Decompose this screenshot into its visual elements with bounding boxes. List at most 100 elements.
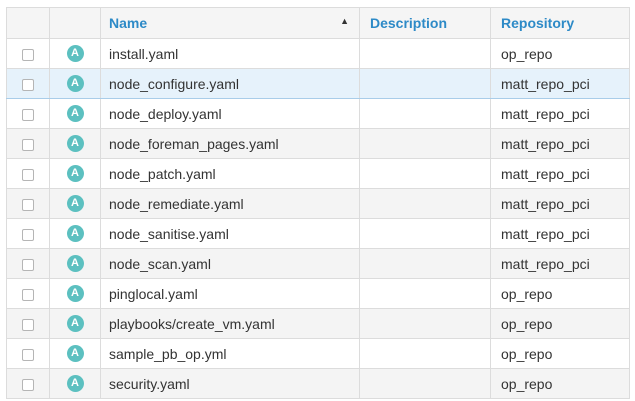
table-row[interactable]: Aplaybooks/create_vm.yaml op_repo (6, 308, 630, 339)
playbook-name[interactable]: node_patch.yaml (100, 158, 360, 189)
row-checkbox[interactable] (22, 348, 34, 361)
letter-badge-icon: A (66, 165, 84, 183)
name-column-header[interactable]: Name ▲ (100, 7, 360, 39)
row-checkbox[interactable] (22, 378, 34, 391)
table-row[interactable]: Ainstall.yaml op_repo (6, 38, 630, 69)
row-icon-cell: A (49, 68, 101, 99)
playbook-name[interactable]: playbooks/create_vm.yaml (100, 308, 360, 339)
playbook-repository: matt_repo_pci (490, 98, 630, 129)
row-select-cell (6, 278, 50, 309)
letter-badge-icon: A (66, 75, 84, 93)
row-icon-cell: A (49, 308, 101, 339)
table-row[interactable]: Anode_sanitise.yaml matt_repo_pci (6, 218, 630, 249)
row-checkbox[interactable] (22, 228, 34, 241)
row-select-cell (6, 248, 50, 279)
playbook-name[interactable]: node_scan.yaml (100, 248, 360, 279)
table-row[interactable]: Apinglocal.yaml op_repo (6, 278, 630, 309)
playbook-description (359, 68, 491, 99)
sort-ascending-icon[interactable]: ▲ (340, 16, 349, 26)
playbook-repository: op_repo (490, 278, 630, 309)
playbook-repository: matt_repo_pci (490, 218, 630, 249)
letter-badge-icon: A (66, 255, 84, 273)
playbook-name[interactable]: node_remediate.yaml (100, 188, 360, 219)
playbook-description (359, 368, 491, 399)
playbook-repository: op_repo (490, 308, 630, 339)
playbook-description (359, 98, 491, 129)
playbook-description (359, 308, 491, 339)
row-select-cell (6, 98, 50, 129)
letter-badge-icon: A (66, 45, 84, 63)
row-checkbox[interactable] (22, 288, 34, 301)
row-checkbox[interactable] (22, 168, 34, 181)
playbook-name[interactable]: install.yaml (100, 38, 360, 69)
row-checkbox[interactable] (22, 138, 34, 151)
table-row[interactable]: Anode_configure.yaml matt_repo_pci (6, 68, 630, 99)
playbook-description (359, 248, 491, 279)
row-select-cell (6, 158, 50, 189)
repository-column-header[interactable]: Repository (490, 7, 630, 39)
row-icon-cell: A (49, 38, 101, 69)
row-icon-cell: A (49, 218, 101, 249)
playbook-description (359, 278, 491, 309)
playbook-repository: matt_repo_pci (490, 128, 630, 159)
row-select-cell (6, 38, 50, 69)
row-select-cell (6, 68, 50, 99)
row-select-cell (6, 308, 50, 339)
repository-column-label: Repository (501, 15, 575, 31)
table-header-row: Name ▲ Description Repository (6, 7, 630, 39)
type-column-header (49, 7, 101, 39)
select-column-header (6, 7, 50, 39)
letter-badge-icon: A (66, 345, 84, 363)
playbook-list: Name ▲ Description Repository Ainstall.y… (0, 0, 635, 401)
row-icon-cell: A (49, 248, 101, 279)
row-checkbox[interactable] (22, 78, 34, 91)
row-select-cell (6, 188, 50, 219)
letter-badge-icon: A (66, 225, 84, 243)
table-row[interactable]: Anode_remediate.yaml matt_repo_pci (6, 188, 630, 219)
playbook-repository: op_repo (490, 368, 630, 399)
table-row[interactable]: Asecurity.yaml op_repo (6, 368, 630, 399)
playbook-name[interactable]: node_configure.yaml (100, 68, 360, 99)
table-row[interactable]: Anode_patch.yaml matt_repo_pci (6, 158, 630, 189)
playbook-description (359, 38, 491, 69)
playbook-name[interactable]: node_foreman_pages.yaml (100, 128, 360, 159)
playbook-repository: matt_repo_pci (490, 158, 630, 189)
playbook-description (359, 158, 491, 189)
name-column-label: Name (109, 15, 148, 31)
playbook-repository: matt_repo_pci (490, 68, 630, 99)
letter-badge-icon: A (66, 135, 84, 153)
row-checkbox[interactable] (22, 318, 34, 331)
row-checkbox[interactable] (22, 48, 34, 61)
table-row[interactable]: Asample_pb_op.yml op_repo (6, 338, 630, 369)
playbook-description (359, 188, 491, 219)
row-select-cell (6, 368, 50, 399)
playbook-name[interactable]: pinglocal.yaml (100, 278, 360, 309)
playbook-repository: op_repo (490, 38, 630, 69)
table-row[interactable]: Anode_foreman_pages.yaml matt_repo_pci (6, 128, 630, 159)
table-row[interactable]: Anode_deploy.yaml matt_repo_pci (6, 98, 630, 129)
table-row[interactable]: Anode_scan.yaml matt_repo_pci (6, 248, 630, 279)
letter-badge-icon: A (66, 195, 84, 213)
playbook-description (359, 128, 491, 159)
row-checkbox[interactable] (22, 198, 34, 211)
row-icon-cell: A (49, 128, 101, 159)
playbook-name[interactable]: security.yaml (100, 368, 360, 399)
row-icon-cell: A (49, 368, 101, 399)
row-select-cell (6, 338, 50, 369)
row-select-cell (6, 218, 50, 249)
description-column-label: Description (370, 15, 448, 31)
letter-badge-icon: A (66, 375, 84, 393)
row-checkbox[interactable] (22, 108, 34, 121)
playbook-repository: op_repo (490, 338, 630, 369)
description-column-header[interactable]: Description (359, 7, 491, 39)
playbook-description (359, 218, 491, 249)
letter-badge-icon: A (66, 285, 84, 303)
playbook-name[interactable]: node_sanitise.yaml (100, 218, 360, 249)
playbook-name[interactable]: sample_pb_op.yml (100, 338, 360, 369)
playbook-repository: matt_repo_pci (490, 188, 630, 219)
row-checkbox[interactable] (22, 258, 34, 271)
playbook-name[interactable]: node_deploy.yaml (100, 98, 360, 129)
row-icon-cell: A (49, 278, 101, 309)
table-body: Ainstall.yaml op_repo Anode_configure.yaml… (6, 38, 630, 399)
playbook-repository: matt_repo_pci (490, 248, 630, 279)
